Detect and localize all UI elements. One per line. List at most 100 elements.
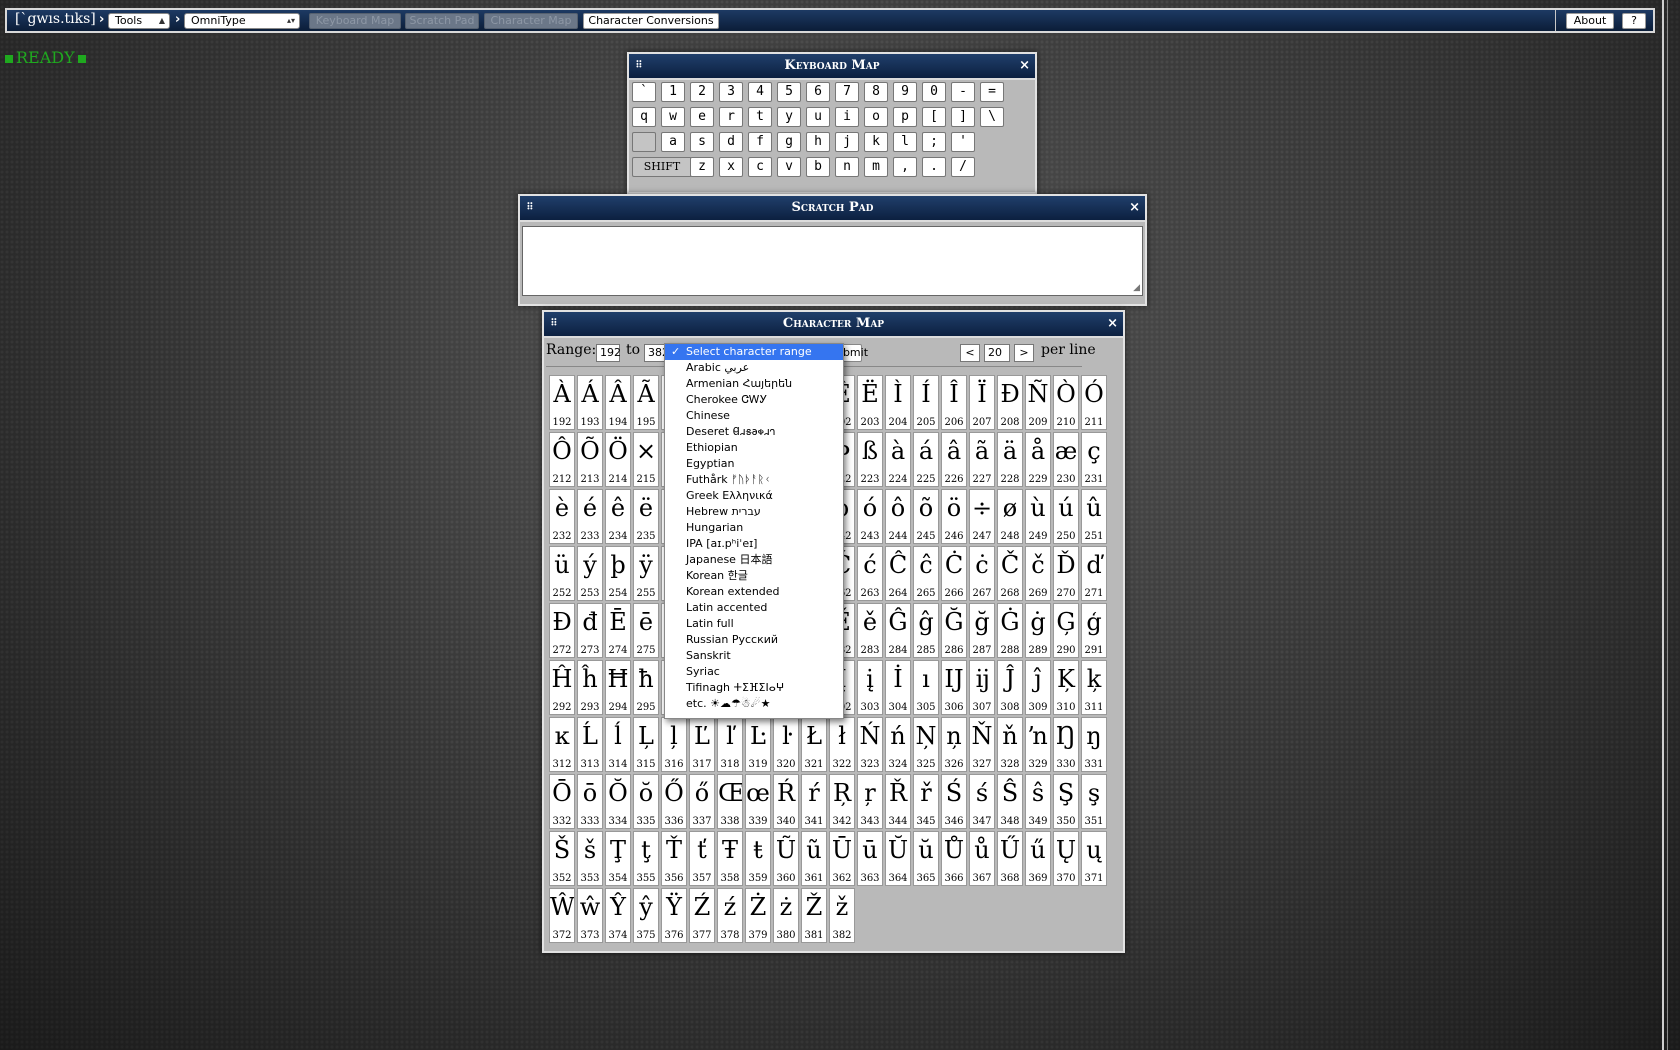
character-cell[interactable]: ù 249	[1025, 489, 1051, 544]
character-cell[interactable]: ŋ 331	[1081, 717, 1107, 772]
character-cell[interactable]: ł 322	[829, 717, 855, 772]
character-cell[interactable]: ų 371	[1081, 831, 1107, 886]
dropdown-option[interactable]: Deseret 𐐔𐐯𐑅𐐨𐑉𐐯𐐻	[665, 424, 843, 440]
character-conversions-button[interactable]: Character Conversions	[583, 13, 719, 29]
keyboard-key[interactable]: d	[719, 132, 743, 152]
character-cell[interactable]: Ŗ 342	[829, 774, 855, 829]
character-cell[interactable]: Ų 370	[1053, 831, 1079, 886]
character-cell[interactable]: Õ 213	[577, 432, 603, 487]
prev-button[interactable]: <	[960, 344, 980, 362]
dropdown-option[interactable]: Korean 한글	[665, 568, 843, 584]
character-cell[interactable]: Î 206	[941, 375, 967, 430]
caps-key[interactable]	[632, 132, 656, 152]
character-cell[interactable]: Ż 379	[745, 888, 771, 943]
character-cell[interactable]: Ķ 310	[1053, 660, 1079, 715]
character-cell[interactable]: Ġ 288	[997, 603, 1023, 658]
character-cell[interactable]: į 303	[857, 660, 883, 715]
character-cell[interactable]: ś 347	[969, 774, 995, 829]
keyboard-key[interactable]: r	[719, 107, 743, 127]
close-icon[interactable]: ×	[1129, 196, 1140, 220]
keyboard-key[interactable]: 7	[835, 82, 859, 102]
character-cell[interactable]: ı 305	[913, 660, 939, 715]
character-cell[interactable]: ĸ 312	[549, 717, 575, 772]
dropdown-option[interactable]: Armenian Հայերեն	[665, 376, 843, 392]
character-cell[interactable]: ń 324	[885, 717, 911, 772]
character-cell[interactable]: Ì 204	[885, 375, 911, 430]
character-cell[interactable]: ģ 291	[1081, 603, 1107, 658]
keyboard-key[interactable]: -	[951, 82, 975, 102]
keyboard-key[interactable]: c	[748, 157, 772, 177]
character-cell[interactable]: à 224	[885, 432, 911, 487]
character-cell[interactable]: ŉ 329	[1025, 717, 1051, 772]
character-cell[interactable]: đ 273	[577, 603, 603, 658]
character-cell[interactable]: ĺ 314	[605, 717, 631, 772]
character-cell[interactable]: ÷ 247	[969, 489, 995, 544]
dropdown-option[interactable]: etc. ☀☁☂☃☄★	[665, 696, 843, 712]
keyboard-key[interactable]: 5	[777, 82, 801, 102]
character-cell[interactable]: Ŕ 340	[773, 774, 799, 829]
keyboard-key[interactable]: u	[806, 107, 830, 127]
character-cell[interactable]: õ 245	[913, 489, 939, 544]
character-cell[interactable]: Ł 321	[801, 717, 827, 772]
character-cell[interactable]: Ċ 266	[941, 546, 967, 601]
keyboard-key[interactable]: ]	[951, 107, 975, 127]
character-cell[interactable]: Ű 368	[997, 831, 1023, 886]
keyboard-key[interactable]: '	[951, 132, 975, 152]
character-cell[interactable]: ç 231	[1081, 432, 1107, 487]
character-cell[interactable]: ũ 361	[801, 831, 827, 886]
character-cell[interactable]: ŏ 335	[633, 774, 659, 829]
scratch-pad-titlebar[interactable]: ⠿ Scratch Pad ×	[520, 196, 1145, 222]
keyboard-key[interactable]: m	[864, 157, 888, 177]
dropdown-option[interactable]: Japanese 日本語	[665, 552, 843, 568]
character-cell[interactable]: ź 378	[717, 888, 743, 943]
drag-handle-icon[interactable]: ⠿	[526, 196, 534, 220]
character-cell[interactable]: Ŝ 348	[997, 774, 1023, 829]
character-cell[interactable]: Ĳ 306	[941, 660, 967, 715]
keyboard-key[interactable]: 1	[661, 82, 685, 102]
character-cell[interactable]: Ģ 290	[1053, 603, 1079, 658]
character-cell[interactable]: ņ 326	[941, 717, 967, 772]
keyboard-key[interactable]: l	[893, 132, 917, 152]
character-cell[interactable]: é 233	[577, 489, 603, 544]
drag-handle-icon[interactable]: ⠿	[550, 312, 558, 336]
about-button[interactable]: About	[1566, 13, 1614, 29]
keyboard-key[interactable]: \	[980, 107, 1004, 127]
character-cell[interactable]: Đ 272	[549, 603, 575, 658]
character-cell[interactable]: Ÿ 376	[661, 888, 687, 943]
character-cell[interactable]: Œ 338	[717, 774, 743, 829]
character-cell[interactable]: Â 194	[605, 375, 631, 430]
character-cell[interactable]: À 192	[549, 375, 575, 430]
character-cell[interactable]: ŀ 320	[773, 717, 799, 772]
character-cell[interactable]: Ľ 317	[689, 717, 715, 772]
keyboard-key[interactable]: g	[777, 132, 801, 152]
character-cell[interactable]: ó 243	[857, 489, 883, 544]
character-cell[interactable]: Ś 346	[941, 774, 967, 829]
character-cell[interactable]: ē 275	[633, 603, 659, 658]
character-cell[interactable]: Ē 274	[605, 603, 631, 658]
character-cell[interactable]: Ĺ 313	[577, 717, 603, 772]
character-cell[interactable]: Ò 210	[1053, 375, 1079, 430]
character-range-dropdown[interactable]: ✓ Select character range Arabic عربي Armeni…	[664, 343, 844, 719]
keyboard-key[interactable]: 0	[922, 82, 946, 102]
character-cell[interactable]: ô 244	[885, 489, 911, 544]
keyboard-key[interactable]: 8	[864, 82, 888, 102]
character-cell[interactable]: ċ 267	[969, 546, 995, 601]
character-cell[interactable]: â 226	[941, 432, 967, 487]
character-cell[interactable]: ļ 316	[661, 717, 687, 772]
character-cell[interactable]: Ŧ 358	[717, 831, 743, 886]
dropdown-option[interactable]: Tifinagh ⵜⵉⴼⵉⵏⴰⵖ	[665, 680, 843, 696]
character-cell[interactable]: ĥ 293	[577, 660, 603, 715]
character-cell[interactable]: Í 205	[913, 375, 939, 430]
character-cell[interactable]: ä 228	[997, 432, 1023, 487]
keyboard-key[interactable]: y	[777, 107, 801, 127]
dropdown-option[interactable]: Cherokee ᏣᎳᎩ	[665, 392, 843, 408]
character-cell[interactable]: Ŋ 330	[1053, 717, 1079, 772]
keyboard-map-titlebar[interactable]: ⠿ Keyboard Map ×	[629, 54, 1035, 80]
keyboard-key[interactable]: e	[690, 107, 714, 127]
character-cell[interactable]: ŷ 375	[633, 888, 659, 943]
keyboard-key[interactable]: j	[835, 132, 859, 152]
keyboard-key[interactable]: ,	[893, 157, 917, 177]
dropdown-option[interactable]: Sanskrit	[665, 648, 843, 664]
keyboard-key[interactable]: 4	[748, 82, 772, 102]
dropdown-option[interactable]: Korean extended	[665, 584, 843, 600]
